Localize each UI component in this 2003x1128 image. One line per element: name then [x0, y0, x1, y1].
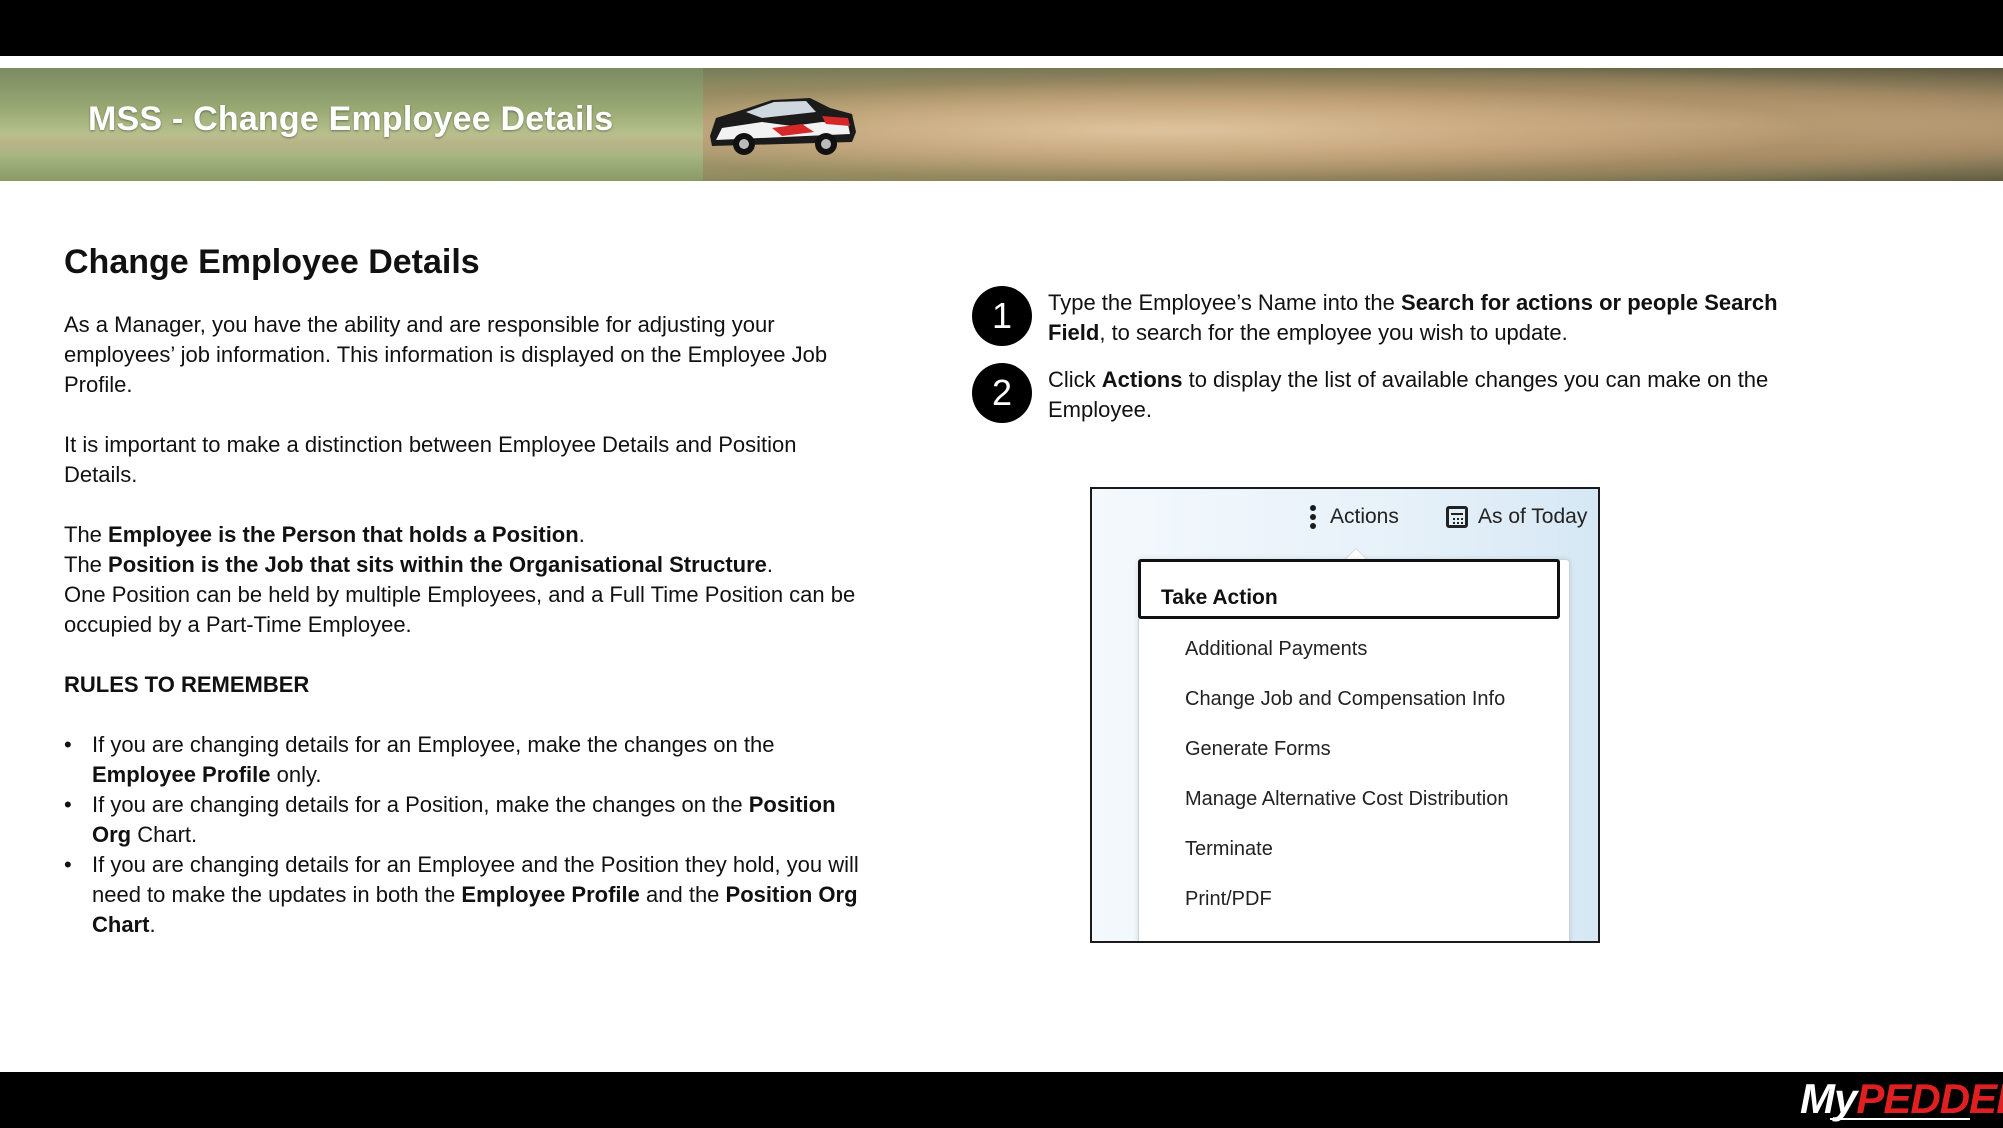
text: If you are changing details for an Emplo… [92, 732, 775, 757]
bold-text: Position is the Job that sits within the… [108, 552, 767, 577]
section-heading: Change Employee Details [64, 243, 480, 281]
intro-paragraph-3: One Position can be held by multiple Emp… [64, 582, 856, 637]
text: Click [1048, 367, 1102, 392]
step-text: Click Actions to display the list of ava… [1048, 365, 1792, 425]
position-definition: The Position is the Job that sits within… [64, 550, 864, 580]
mypedders-logo: MyPEDDERS [1800, 1075, 2003, 1123]
text: Type the Employee’s Name into the [1048, 290, 1402, 315]
as-of-date-button[interactable]: As of Today [1446, 505, 1587, 529]
text: Chart. [131, 822, 198, 847]
bold-text: Employee Profile [461, 882, 640, 907]
text: The [64, 522, 109, 547]
text: . [766, 552, 774, 577]
banner-dust [703, 68, 2003, 181]
step-number-badge: 1 [972, 286, 1032, 346]
bold-text: Actions [1101, 367, 1183, 392]
logo-pedders: PEDDERS [1856, 1075, 2003, 1122]
step-number-badge: 2 [972, 363, 1032, 423]
intro-section: Change Employee Details As a Manager, yo… [64, 236, 864, 940]
rule-item: If you are changing details for an Emplo… [64, 850, 864, 940]
logo-my: My [1800, 1075, 1857, 1122]
actions-menu-screenshot: Actions As of Today Take Action Addition… [1090, 487, 1600, 943]
menu-item-terminate[interactable]: Terminate [1185, 838, 1273, 861]
kebab-vertical-icon [1310, 505, 1316, 529]
rules-heading: RULES TO REMEMBER [64, 672, 310, 697]
employee-definition: The Employee is the Person that holds a … [64, 520, 864, 550]
text: The [64, 552, 109, 577]
step-1: 1 Type the Employee’s Name into the Sear… [972, 286, 1792, 348]
text: and the [639, 882, 726, 907]
step-text: Type the Employee’s Name into the Search… [1048, 288, 1792, 348]
menu-item-print-pdf[interactable]: Print/PDF [1185, 888, 1272, 911]
bold-text: Employee is the Person that holds a Posi… [108, 522, 579, 547]
rule-item: If you are changing details for an Emplo… [64, 730, 864, 790]
calendar-icon [1446, 506, 1468, 528]
text: only. [270, 762, 322, 787]
rule-item: If you are changing details for a Positi… [64, 790, 864, 850]
menu-item-additional-payments[interactable]: Additional Payments [1185, 638, 1367, 661]
bold-text: Employee Profile [92, 762, 271, 787]
intro-paragraph-2: It is important to make a distinction be… [64, 432, 797, 487]
intro-paragraph-1: As a Manager, you have the ability and a… [64, 312, 828, 397]
menu-title: Take Action [1161, 586, 1278, 609]
text: If you are changing details for a Positi… [92, 792, 749, 817]
bottom-bar [0, 1072, 2003, 1128]
actions-button[interactable]: Actions [1310, 505, 1399, 529]
top-bar [0, 0, 2003, 56]
actions-label: Actions [1330, 505, 1399, 528]
take-action-menu: Take Action Additional Payments Change J… [1138, 559, 1570, 941]
menu-header: Take Action [1138, 559, 1560, 619]
text: , to search for the employee you wish to… [1099, 320, 1568, 345]
as-of-label: As of Today [1478, 505, 1588, 528]
menu-item-generate-forms[interactable]: Generate Forms [1185, 738, 1331, 761]
menu-item-manage-cost-distribution[interactable]: Manage Alternative Cost Distribution [1185, 788, 1509, 811]
text: . [578, 522, 585, 547]
rally-car-image [710, 98, 856, 155]
step-2: 2 Click Actions to display the list of a… [972, 363, 1792, 425]
banner-title: MSS - Change Employee Details [88, 100, 614, 138]
logo-underline [1830, 1118, 1970, 1120]
text: . [149, 912, 156, 937]
menu-item-change-job-compensation[interactable]: Change Job and Compensation Info [1185, 688, 1505, 711]
rules-list: If you are changing details for an Emplo… [64, 730, 864, 940]
